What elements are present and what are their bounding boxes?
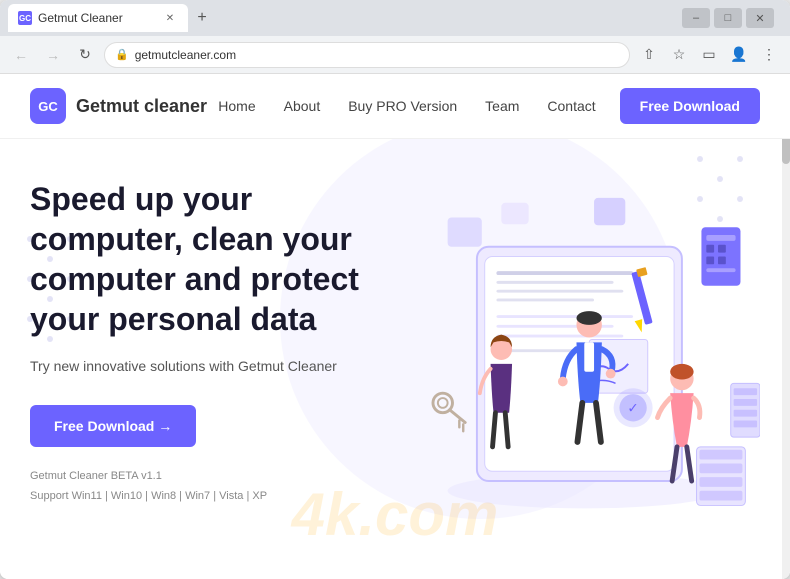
nav-team[interactable]: Team [485, 98, 519, 114]
maximize-button[interactable]: □ [714, 8, 742, 28]
bookmark-icon[interactable]: ☆ [666, 42, 692, 68]
browser-titlebar: GC Getmut Cleaner ✕ + – □ ✕ [0, 0, 790, 36]
lock-icon: 🔒 [115, 48, 129, 61]
hero-illustration: ✓ [350, 179, 760, 539]
svg-text:✓: ✓ [627, 401, 638, 416]
menu-icon[interactable]: ⋮ [756, 42, 782, 68]
version-line2: Support Win11 | Win10 | Win8 | Win7 | Vi… [30, 487, 370, 507]
profile-icon[interactable]: 👤 [726, 42, 752, 68]
logo-badge: GC [30, 88, 66, 124]
refresh-button[interactable]: ↻ [72, 42, 98, 68]
tab-favicon: GC [18, 11, 32, 25]
hero-section: Speed up your computer, clean your compu… [0, 139, 790, 559]
nav-home[interactable]: Home [218, 98, 255, 114]
toolbar-icons: ⇧ ☆ ▭ 👤 ⋮ [636, 42, 782, 68]
extensions-icon[interactable]: ▭ [696, 42, 722, 68]
back-button[interactable]: ← [8, 42, 34, 68]
nav-cta-button[interactable]: Free Download [620, 88, 760, 124]
tab-bar: GC Getmut Cleaner ✕ + [8, 4, 676, 32]
share-icon[interactable]: ⇧ [636, 42, 662, 68]
scrollbar-track[interactable] [782, 74, 790, 579]
hero-version-info: Getmut Cleaner BETA v1.1 Support Win11 |… [30, 467, 370, 507]
browser-window: GC Getmut Cleaner ✕ + – □ ✕ ← → ↻ 🔒 getm… [0, 0, 790, 579]
forward-button[interactable]: → [40, 42, 66, 68]
site-nav-links: Home About Buy PRO Version Team Contact [218, 98, 595, 114]
url-text: getmutcleaner.com [135, 48, 619, 62]
tab-close-button[interactable]: ✕ [162, 10, 178, 26]
close-button[interactable]: ✕ [746, 8, 774, 28]
address-bar[interactable]: 🔒 getmutcleaner.com [104, 42, 630, 68]
browser-tab-active[interactable]: GC Getmut Cleaner ✕ [8, 4, 188, 32]
hero-subtitle: Try new innovative solutions with Getmut… [30, 355, 370, 377]
minimize-button[interactable]: – [682, 8, 710, 28]
window-controls: – □ ✕ [682, 8, 774, 28]
hero-download-button[interactable]: Free Download → [30, 405, 196, 447]
browser-addressbar: ← → ↻ 🔒 getmutcleaner.com ⇧ ☆ ▭ 👤 ⋮ [0, 36, 790, 74]
new-tab-button[interactable]: + [188, 4, 216, 32]
nav-contact[interactable]: Contact [547, 98, 595, 114]
hero-text: Speed up your computer, clean your compu… [30, 179, 370, 507]
website-content: GC Getmut cleaner Home About Buy PRO Ver… [0, 74, 790, 579]
hero-title: Speed up your computer, clean your compu… [30, 179, 370, 339]
nav-buy-pro[interactable]: Buy PRO Version [348, 98, 457, 114]
tab-title: Getmut Cleaner [38, 11, 123, 25]
nav-about[interactable]: About [284, 98, 321, 114]
site-logo: GC Getmut cleaner [30, 88, 207, 124]
site-navbar: GC Getmut cleaner Home About Buy PRO Ver… [0, 74, 790, 139]
version-line1: Getmut Cleaner BETA v1.1 [30, 467, 370, 487]
logo-name: Getmut cleaner [76, 96, 207, 117]
